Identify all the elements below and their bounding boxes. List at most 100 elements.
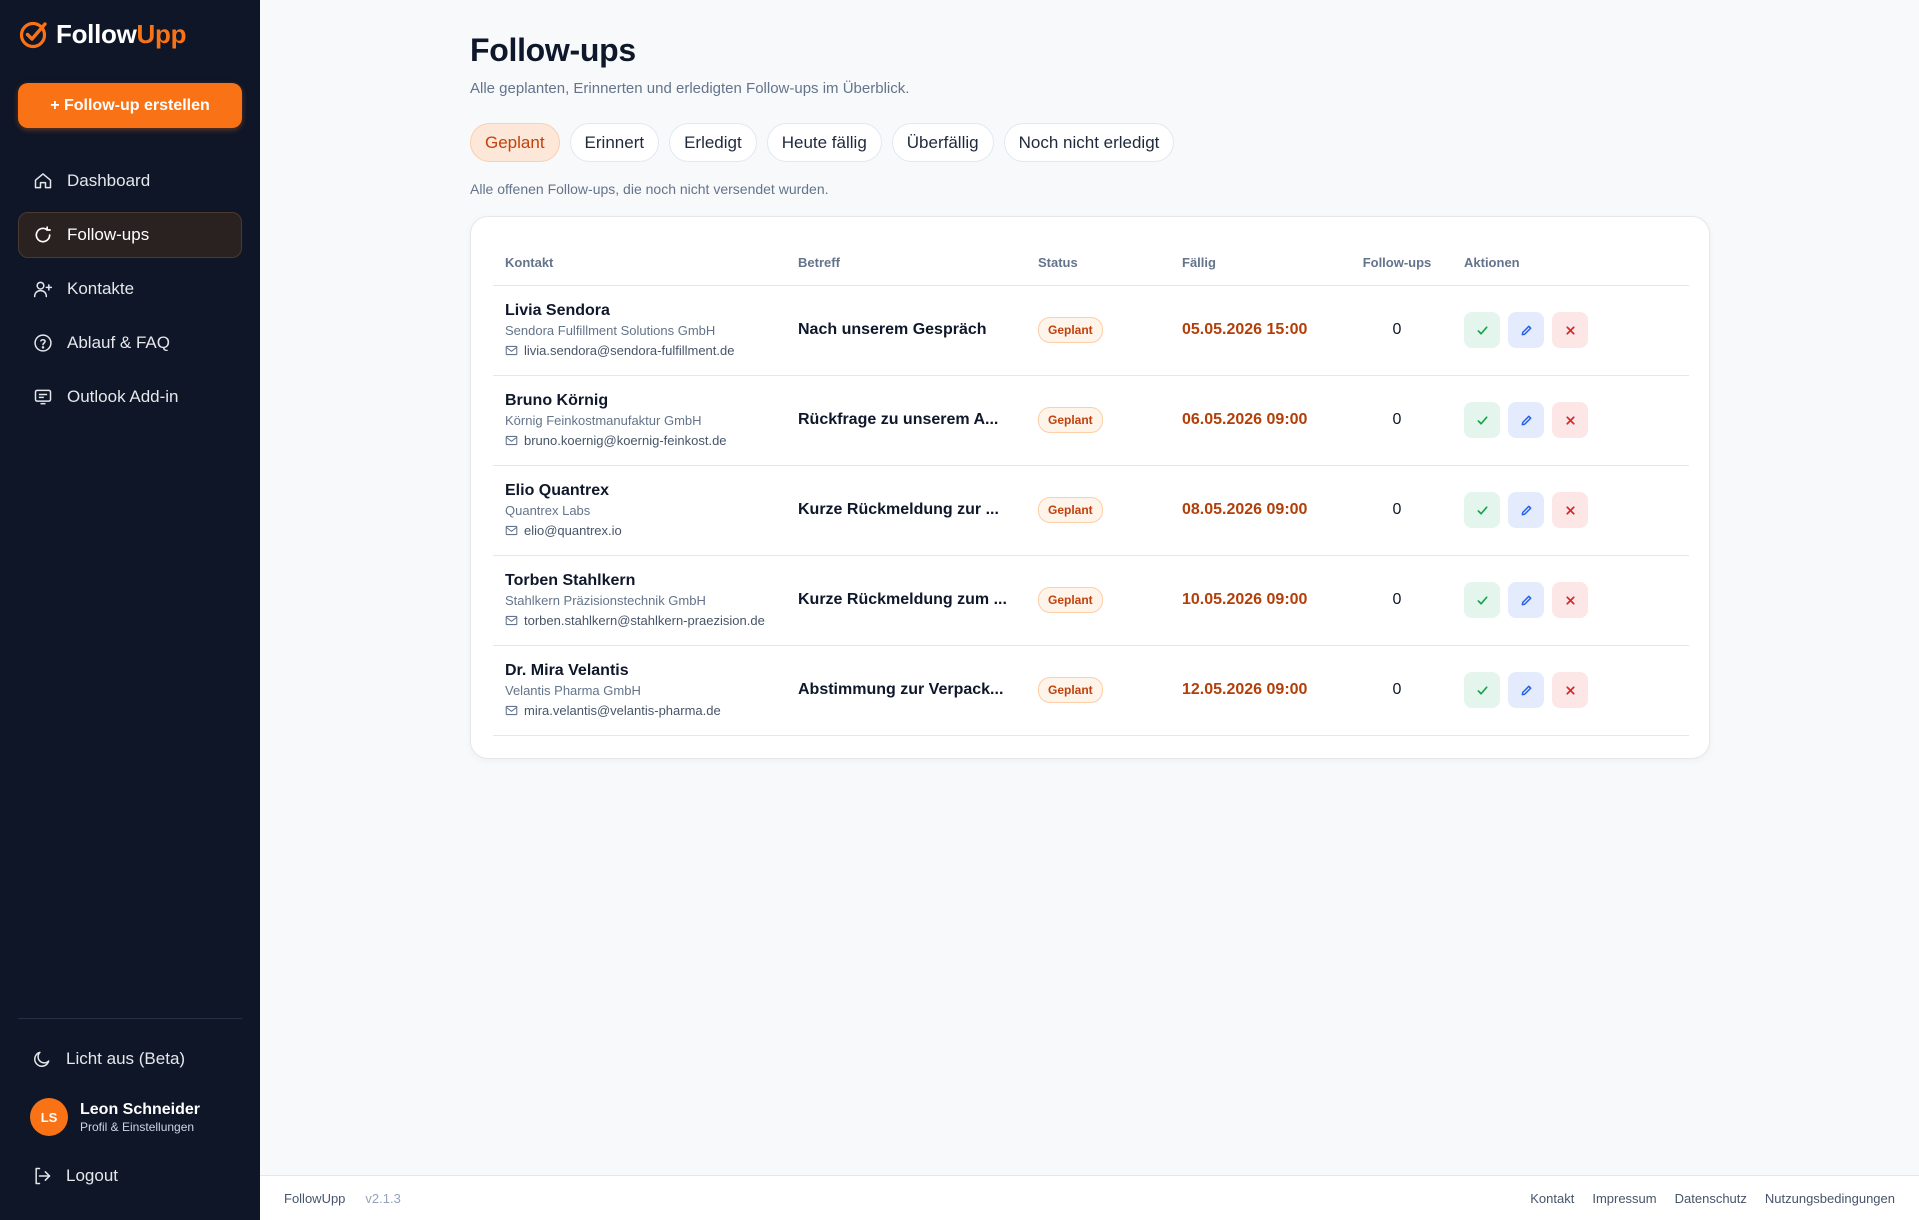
pencil-icon <box>1521 505 1531 515</box>
subject[interactable]: Kurze Rückmeldung zum ... <box>798 591 1014 609</box>
theme-toggle[interactable]: Licht aus (Beta) <box>18 1036 242 1082</box>
sidebar-item-label: Follow-ups <box>67 225 150 244</box>
footer-link-impressum[interactable]: Impressum <box>1592 1191 1656 1206</box>
subject[interactable]: Rückfrage zu unserem A... <box>798 411 1014 429</box>
edit-button[interactable] <box>1508 672 1544 708</box>
table-row[interactable]: Livia Sendora Sendora Fulfillment Solutio… <box>493 285 1689 376</box>
status-cell: Geplant <box>1026 645 1170 736</box>
logout-icon <box>35 1167 51 1185</box>
footer-link-datenschutz[interactable]: Datenschutz <box>1675 1191 1747 1206</box>
refresh-icon <box>35 226 51 243</box>
logo[interactable]: FollowUpp <box>18 18 186 50</box>
sidebar-item-dashboard[interactable]: Dashboard <box>18 158 242 204</box>
logout-label: Logout <box>66 1166 118 1185</box>
tab-description: Alle offenen Follow-ups, die noch nicht … <box>470 181 829 197</box>
contact-name[interactable]: Torben Stahlkern <box>505 572 774 590</box>
moon-icon <box>34 1051 50 1067</box>
delete-button[interactable] <box>1552 582 1588 618</box>
column-header-faellig[interactable]: Fällig <box>1170 241 1342 286</box>
user-subtitle: Profil & Einstellungen <box>80 1119 195 1134</box>
sidebar-item-label: Ablauf & FAQ <box>67 333 170 352</box>
column-header-betreff[interactable]: Betreff <box>786 241 1026 286</box>
contact-name[interactable]: Bruno Körnig <box>505 392 774 410</box>
sidebar-item-kontakte[interactable]: Kontakte <box>18 266 242 312</box>
sidebar-item-label: Outlook Add-in <box>67 387 179 406</box>
tab-noch-nicht-erledigt[interactable]: Noch nicht erledigt <box>1003 123 1175 162</box>
logo-text-part2: Upp <box>136 18 187 49</box>
contact-email-line: bruno.koernig@koernig-feinkost.de <box>505 433 774 448</box>
contact-email-line: livia.sendora@sendora-fulfillment.de <box>505 343 774 358</box>
sidebar: FollowUpp + Follow-up erstellen Dashboar… <box>0 0 260 1220</box>
table-row[interactable]: Torben Stahlkern Stahlkern Präzisionstech… <box>493 555 1689 646</box>
sidebar-item-followups[interactable]: Follow-ups <box>18 212 242 258</box>
followup-count: 0 <box>1342 285 1452 376</box>
logo-text-part1: Follow <box>56 18 137 49</box>
contact-name[interactable]: Dr. Mira Velantis <box>505 662 774 680</box>
user-profile[interactable]: LS Leon Schneider Profil & Einstellungen <box>30 1098 200 1136</box>
delete-button[interactable] <box>1552 312 1588 348</box>
contact-company: Körnig Feinkostmanufaktur GmbH <box>505 413 702 428</box>
contact-email-line: torben.stahlkern@stahlkern-praezision.de <box>505 613 774 628</box>
contact-email[interactable]: elio@quantrex.io <box>524 523 622 538</box>
footer: FollowUpp v2.1.3 Kontakt Impressum Daten… <box>260 1175 1919 1220</box>
edit-button[interactable] <box>1508 402 1544 438</box>
column-header-kontakt[interactable]: Kontakt <box>493 241 786 286</box>
mail-icon <box>505 345 518 356</box>
table-row[interactable]: Elio Quantrex Quantrex Labs elio@quantrex.… <box>493 465 1689 556</box>
tab-heute-faellig[interactable]: Heute fällig <box>766 123 882 162</box>
table-row[interactable]: Bruno Körnig Körnig Feinkostmanufaktur Gm… <box>493 375 1689 466</box>
subject[interactable]: Nach unserem Gespräch <box>798 321 1014 339</box>
create-followup-button[interactable]: + Follow-up erstellen <box>18 83 242 128</box>
sidebar-item-faq[interactable]: Ablauf & FAQ <box>18 320 242 366</box>
check-icon <box>1476 595 1488 605</box>
mark-done-button[interactable] <box>1464 492 1500 528</box>
delete-button[interactable] <box>1552 492 1588 528</box>
contact-name[interactable]: Elio Quantrex <box>505 482 774 500</box>
contact-cell: Elio Quantrex Quantrex Labs elio@quantrex.… <box>493 465 786 556</box>
column-header-status[interactable]: Status <box>1026 241 1170 286</box>
edit-button[interactable] <box>1508 492 1544 528</box>
mark-done-button[interactable] <box>1464 672 1500 708</box>
column-header-followups[interactable]: Follow-ups <box>1342 241 1452 286</box>
subject[interactable]: Abstimmung zur Verpack... <box>798 681 1014 699</box>
footer-link-kontakt[interactable]: Kontakt <box>1530 1191 1574 1206</box>
close-icon <box>1565 325 1575 335</box>
followup-count: 0 <box>1342 645 1452 736</box>
edit-button[interactable] <box>1508 582 1544 618</box>
table-row[interactable]: Dr. Mira Velantis Velantis Pharma GmbH mir… <box>493 645 1689 736</box>
actions-cell <box>1452 375 1689 466</box>
mark-done-button[interactable] <box>1464 582 1500 618</box>
mail-icon <box>505 435 518 446</box>
contact-cell: Bruno Körnig Körnig Feinkostmanufaktur Gm… <box>493 375 786 466</box>
delete-button[interactable] <box>1552 672 1588 708</box>
sidebar-item-outlook[interactable]: Outlook Add-in <box>18 374 242 420</box>
user-name: Leon Schneider <box>80 1100 201 1118</box>
tab-erledigt[interactable]: Erledigt <box>669 123 757 162</box>
logout-button[interactable]: Logout <box>18 1153 242 1199</box>
due-cell: 06.05.2026 09:00 <box>1170 375 1342 466</box>
due-date: 10.05.2026 09:00 <box>1182 591 1308 608</box>
actions-cell <box>1452 645 1689 736</box>
contact-email[interactable]: bruno.koernig@koernig-feinkost.de <box>524 433 727 448</box>
mail-icon <box>505 705 518 716</box>
delete-button[interactable] <box>1552 402 1588 438</box>
contact-name[interactable]: Livia Sendora <box>505 302 774 320</box>
followup-count: 0 <box>1342 375 1452 466</box>
contact-email[interactable]: mira.velantis@velantis-pharma.de <box>524 703 721 718</box>
tab-erinnert[interactable]: Erinnert <box>569 123 660 162</box>
mail-icon <box>505 525 518 536</box>
pencil-icon <box>1521 325 1531 335</box>
page-subtitle: Alle geplanten, Erinnerten und erledigte… <box>470 80 910 97</box>
mark-done-button[interactable] <box>1464 312 1500 348</box>
mail-icon <box>505 615 518 626</box>
contact-email[interactable]: torben.stahlkern@stahlkern-praezision.de <box>524 613 765 628</box>
mark-done-button[interactable] <box>1464 402 1500 438</box>
actions-cell <box>1452 285 1689 376</box>
subject-cell: Kurze Rückmeldung zur ... <box>786 465 1026 556</box>
tab-geplant[interactable]: Geplant <box>470 123 560 162</box>
footer-link-nutzungsbedingungen[interactable]: Nutzungsbedingungen <box>1765 1191 1895 1206</box>
contact-email[interactable]: livia.sendora@sendora-fulfillment.de <box>524 343 734 358</box>
edit-button[interactable] <box>1508 312 1544 348</box>
tab-ueberfaellig[interactable]: Überfällig <box>891 123 994 162</box>
subject[interactable]: Kurze Rückmeldung zur ... <box>798 501 1014 519</box>
